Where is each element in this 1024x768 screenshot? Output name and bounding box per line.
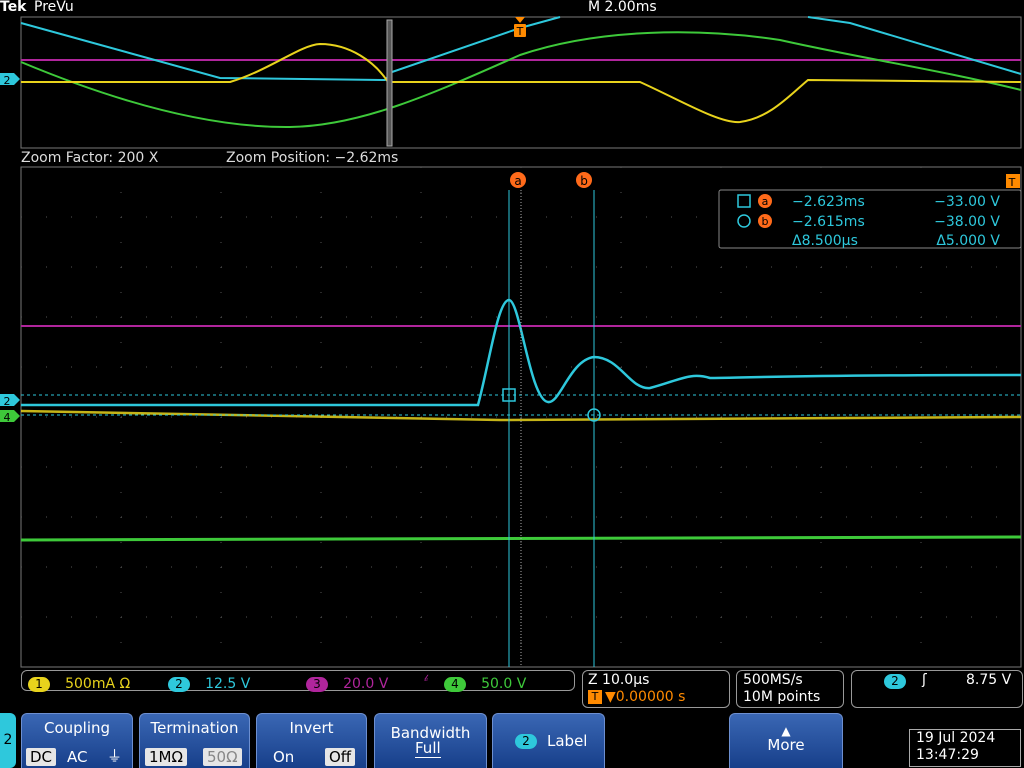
date-label: 19 Jul 2024 (916, 730, 996, 746)
termination-title: Termination (150, 719, 239, 737)
cursor-a-marker[interactable]: a (510, 172, 526, 188)
termination-50ohm[interactable]: 50Ω (203, 748, 242, 766)
ch2-scale: 12.5 V (205, 676, 251, 692)
scope-display: T 2 Zoom Factor: 200 X Zoom Position: −2… (0, 16, 1022, 668)
zoom-scale: Z 10.0µs (588, 672, 650, 688)
more-title: More (767, 736, 805, 754)
time-label: 13:47:29 (916, 747, 979, 763)
label-button[interactable]: 2 Label (492, 713, 605, 768)
svg-text:T: T (1008, 176, 1016, 189)
coupling-title: Coupling (43, 719, 111, 737)
ch1-badge: 1 (28, 677, 50, 692)
ground-icon[interactable]: ⏚ (107, 745, 122, 766)
cursor-b-marker[interactable]: b (576, 172, 592, 188)
termination-button[interactable]: Termination 1MΩ 50Ω (139, 713, 250, 768)
ch1-scale-group[interactable]: 1 500mA Ω (28, 673, 130, 692)
ch2-badge: 2 (168, 677, 190, 692)
cursor-b-voltage: −38.00 V (934, 214, 1000, 230)
zoom-factor-label: Zoom Factor: 200 X (21, 150, 159, 166)
label-channel-badge: 2 (515, 734, 537, 749)
ch2-scale-group[interactable]: 2 12.5 V (168, 673, 250, 692)
cursor-a-time: −2.623ms (792, 194, 865, 210)
coupling-dc[interactable]: DC (26, 748, 57, 766)
zoom-position-label: Zoom Position: −2.62ms (226, 150, 398, 166)
cursor-b-time: −2.615ms (792, 214, 865, 230)
trigger-level: 8.75 V (966, 672, 1012, 688)
svg-text:2: 2 (4, 395, 11, 408)
trigger-marker-label: T (516, 25, 524, 38)
trigger-source-badge: 2 (884, 674, 906, 689)
bandwidth-limit-icon: 𝒷 (424, 674, 428, 684)
cursor-readout: a −2.623ms −33.00 V b −2.615ms −38.00 V … (718, 189, 1022, 249)
invert-off[interactable]: Off (325, 748, 356, 766)
invert-title: Invert (289, 719, 334, 737)
date-time-display[interactable]: 19 Jul 2024 13:47:29 (909, 729, 1021, 767)
cursor-delta-voltage: Δ5.000 V (936, 233, 1000, 249)
ch4-scale-group[interactable]: 4 50.0 V (444, 673, 526, 692)
svg-text:b: b (580, 174, 588, 188)
ch4-scale: 50.0 V (481, 676, 527, 692)
svg-text:b: b (762, 215, 769, 228)
svg-text:2: 2 (4, 74, 11, 87)
trigger-position-icon: T (588, 690, 602, 704)
menu-channel-tab[interactable]: 2 (0, 713, 16, 768)
coupling-ac[interactable]: AC (67, 748, 87, 766)
ch2-marker-overview: 2 (0, 73, 20, 87)
svg-text:a: a (762, 195, 769, 208)
termination-1mohm[interactable]: 1MΩ (145, 748, 187, 766)
zoom-window-indicator (386, 19, 393, 147)
more-button[interactable]: ▲ More (729, 713, 843, 768)
horizontal-readout[interactable]: Z 10.0µs T ▼0.00000 s (582, 670, 730, 708)
coupling-button[interactable]: Coupling DC AC ⏚ (21, 713, 133, 768)
ch3-badge: 3 (306, 677, 328, 692)
ch4-badge: 4 (444, 677, 466, 692)
ch1-scale: 500mA Ω (65, 676, 131, 692)
trigger-slope-icon: ʃ (922, 672, 927, 688)
bandwidth-button[interactable]: Bandwidth Full (374, 713, 487, 768)
cursor-a-voltage: −33.00 V (934, 194, 1000, 210)
invert-button[interactable]: Invert On Off (256, 713, 367, 768)
trigger-readout[interactable]: 2 ʃ 8.75 V (851, 670, 1023, 708)
ch3-scale: 20.0 V (343, 676, 389, 692)
ch4-marker-main[interactable]: 4 (0, 410, 20, 424)
trigger-position: ▼0.00000 s (605, 689, 686, 705)
trigger-marker-main: T (1006, 174, 1020, 189)
svg-text:4: 4 (4, 411, 11, 424)
acquisition-readout[interactable]: 500MS/s 10M points (736, 670, 844, 708)
cursor-delta-time: Δ8.500µs (792, 233, 858, 249)
svg-text:a: a (514, 174, 521, 188)
sample-rate: 500MS/s (743, 672, 803, 688)
ch3-scale-group[interactable]: 3 20.0 V (306, 673, 388, 692)
invert-on[interactable]: On (273, 748, 294, 766)
channel-status-bar: 1 500mA Ω 2 12.5 V 3 20.0 V 𝒷 4 50.0 V (21, 670, 575, 692)
label-title: Label (547, 732, 588, 750)
ch2-marker-main[interactable]: 2 (0, 394, 20, 408)
record-length: 10M points (743, 689, 821, 705)
bandwidth-value: Full (415, 739, 441, 758)
